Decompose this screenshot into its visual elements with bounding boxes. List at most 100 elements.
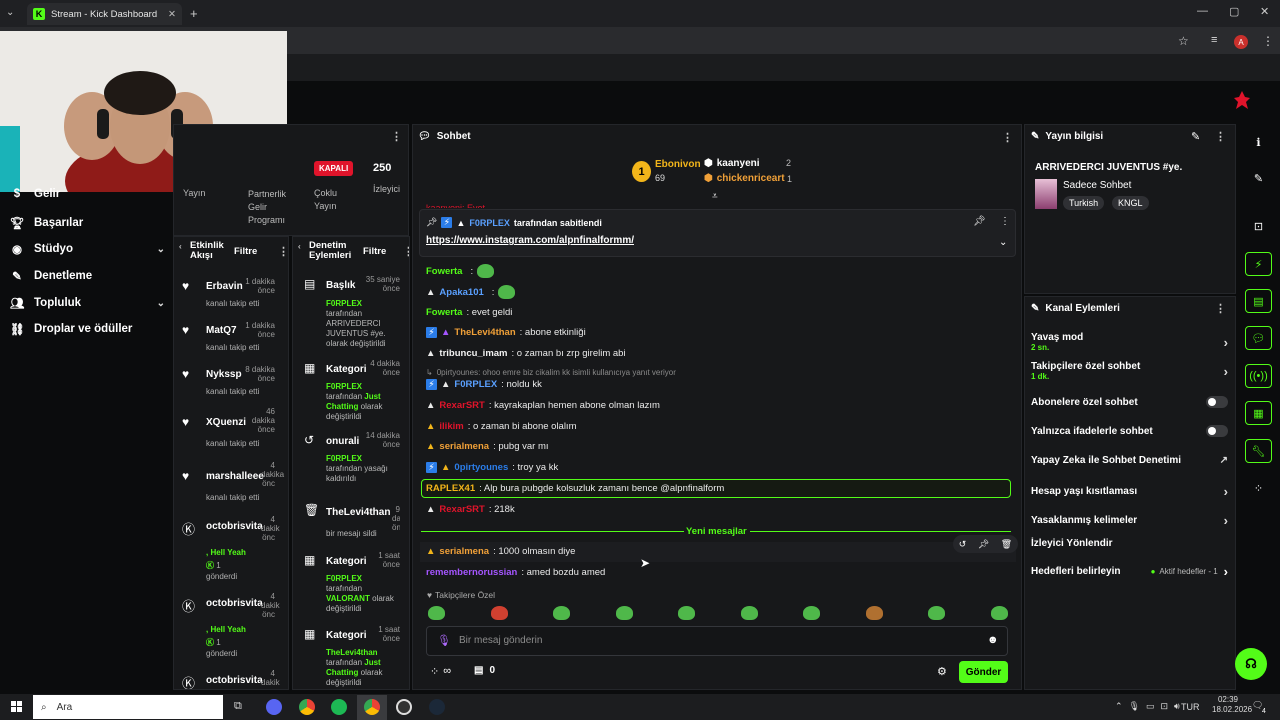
browser-menu-icon[interactable]: ⋮ [1262,34,1274,48]
chat-username[interactable]: serialmena [439,441,489,452]
community-rail-icon[interactable]: ⁘ [1245,476,1272,500]
taskbar-search[interactable]: ⌕ Ara [33,695,223,719]
pin-message-icon[interactable]: 📌︎ [978,539,989,550]
stats-menu-icon[interactable]: ⋮ [391,130,402,143]
spotify-icon[interactable] [331,699,347,715]
emote-icon[interactable] [678,606,696,620]
chrome-icon[interactable] [299,699,315,715]
tab-list-icon[interactable]: ⌄ [6,7,14,18]
steam-icon[interactable] [429,699,445,715]
sidebar-item-moderation[interactable]: ✎ Denetleme [10,269,165,283]
chat-username[interactable]: Fowerta [426,307,462,318]
pinned-link[interactable]: https://www.instagram.com/alpnfinalformm… [426,235,634,246]
emote-icon[interactable] [740,606,758,620]
account-age-row[interactable]: Hesap yaşı kısıtlaması › [1031,484,1228,499]
send-button[interactable]: Gönder [959,661,1008,683]
sidebar-item-achievements[interactable]: 🏆︎ Başarılar [10,216,165,230]
edit-icon[interactable]: ✎ [1191,130,1200,143]
emote-icon[interactable] [865,606,883,620]
banned-words-row[interactable]: Yasaklanmış kelimeler › [1031,513,1228,528]
notes-icon[interactable]: ▤ [1245,289,1272,313]
pinned-menu-icon[interactable]: ⋮ [1000,216,1010,227]
emote-icon[interactable] [803,606,821,620]
maximize-button[interactable]: ▢ [1229,5,1239,18]
mod-filter-button[interactable]: Filtre [363,246,386,257]
microphone-icon[interactable]: 🎙︎ [437,634,451,647]
slow-mode-row[interactable]: Yavaş mod 2 sn. › [1031,332,1228,352]
store-rail-icon[interactable]: ▦ [1245,401,1272,425]
followers-chat-row[interactable]: Takipçilere özel sohbet 1 dk. › [1031,361,1228,381]
sidebar-item-community[interactable]: 👥︎ Topluluk ⌄ [10,296,165,310]
chat-username[interactable]: RexarSRT [439,400,484,411]
subscribers-chat-toggle[interactable] [1206,396,1228,408]
emoji-icon[interactable]: ☻ [987,634,999,646]
chrome-icon[interactable] [364,699,380,715]
set-goals-row[interactable]: Hedefleri belirleyin ● Aktif hedefler - 1 › [1031,564,1228,579]
sidebar-item-gelir[interactable]: $ Gelir [10,188,165,200]
chat-username[interactable]: RexarSRT [439,504,484,515]
redirect-viewers-row[interactable]: İzleyici Yönlendir [1031,538,1228,549]
media-control-icon[interactable]: ≡ [1211,34,1217,46]
clock[interactable]: 02:39 18.02.2026 [1212,695,1252,715]
chat-rail-icon[interactable]: 💬︎ [1245,326,1272,350]
chat-username[interactable]: Fowerta [426,266,462,277]
chat-menu-icon[interactable]: ⋮ [1002,131,1013,144]
language-indicator[interactable]: TUR [1181,702,1200,712]
broadcast-icon[interactable]: ((•)) [1245,364,1272,388]
chat-username[interactable]: Apaka101 [439,287,483,298]
chat-settings-icon[interactable]: ⚙ [937,665,947,678]
kick-logo-icon[interactable] [1233,90,1251,110]
emotes-only-toggle[interactable] [1206,425,1228,437]
emote-icon[interactable] [615,606,633,620]
new-tab-button[interactable]: + [190,6,198,21]
close-window-button[interactable]: ✕ [1260,5,1269,18]
stream-info-menu-icon[interactable]: ⋮ [1215,130,1226,143]
mod-menu-icon[interactable]: ⋮ [403,245,409,258]
delete-icon[interactable]: 🗑︎ [1001,539,1012,550]
timeout-icon[interactable]: ↺ [959,539,967,550]
unpin-icon[interactable]: 📌︎ [973,216,986,227]
bookmark-star-icon[interactable]: ☆ [1178,34,1189,48]
chat-username[interactable]: ilikim [439,421,463,432]
tag-chip[interactable]: KNGL [1112,196,1149,210]
channel-actions-menu-icon[interactable]: ⋮ [1215,302,1226,315]
minimize-button[interactable]: — [1197,5,1208,17]
queue-counter[interactable]: ▤ 0 [474,665,495,676]
emote-icon[interactable] [928,606,946,620]
emote-icon[interactable] [990,606,1008,620]
discord-icon[interactable] [266,699,282,715]
category-name[interactable]: Sadece Sohbet [1063,180,1131,191]
collapse-icon[interactable]: ‹ [179,242,182,251]
profile-avatar[interactable]: A [1234,35,1248,49]
expand-chevron-icon[interactable]: ⌄ [999,237,1007,248]
wrench-rail-icon[interactable]: 🔧︎ [1245,439,1272,463]
emote-icon[interactable] [553,606,571,620]
focus-icon[interactable]: ⊡ [1245,214,1272,238]
chat-username[interactable]: 0pirtyounes [454,462,508,473]
browser-tab[interactable]: K Stream - Kick Dashboard ✕ [27,3,182,25]
activity-filter-button[interactable]: Filtre [234,246,257,257]
chat-username[interactable]: tribuncu_imam [439,348,507,359]
windows-start-icon[interactable] [11,701,22,712]
tab-close-icon[interactable]: ✕ [168,9,176,20]
support-headset-icon[interactable]: ☊ [1235,648,1267,680]
emote-icon[interactable] [428,606,445,620]
chat-username[interactable]: serialmena [439,546,489,557]
sidebar-item-drops[interactable]: ⛓︎ Droplar ve ödüller [10,322,165,336]
chat-username[interactable]: F0RPLEX [454,379,497,390]
emote-icon[interactable] [490,606,508,620]
lightning-icon[interactable]: ⚡︎ [1245,252,1272,276]
chat-username[interactable]: RAPLEX41 [426,483,475,494]
chat-username[interactable]: TheLevi4than [454,327,515,338]
chat-input[interactable]: 🎙︎ Bir mesaj gönderin ☻ [426,626,1008,656]
chat-points[interactable]: ⁘ ∞ [430,665,451,678]
collapse-icon[interactable]: ‹ [298,242,301,251]
info-icon[interactable]: ℹ [1245,130,1272,154]
task-view-icon[interactable]: ⧉ [234,700,242,713]
system-tray-icons[interactable]: ⌃🎙︎▭⊡🔊︎ [1115,701,1186,712]
tag-chip[interactable]: Turkish [1063,196,1105,210]
ai-moderation-row[interactable]: Yapay Zeka ile Sohbet Denetimi ↗ [1031,455,1228,466]
collapse-leaderboard-icon[interactable]: ⩡ [712,191,718,202]
edit-stream-icon[interactable]: ✎ [1245,166,1272,190]
obs-icon[interactable] [396,699,412,715]
